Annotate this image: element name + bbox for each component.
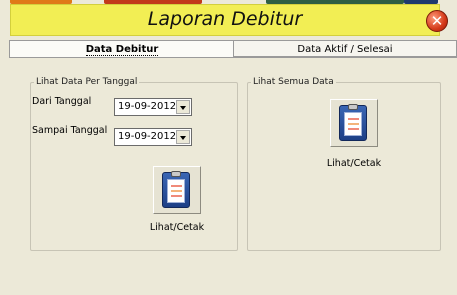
to-date-label: Sampai Tanggal: [32, 125, 108, 136]
window-title: Laporan Debitur: [147, 8, 303, 30]
group-legend: Lihat Semua Data: [253, 77, 334, 87]
tab-label: Data Aktif / Selesai: [297, 44, 393, 55]
title-bar: Laporan Debitur: [10, 4, 440, 36]
clipboard-icon: [162, 171, 190, 208]
chevron-down-icon[interactable]: [176, 130, 190, 144]
close-button[interactable]: ✕: [426, 10, 448, 32]
print-by-date-label: Lihat/Cetak: [149, 222, 205, 233]
to-date-select[interactable]: 19-09-2012: [114, 128, 192, 146]
from-date-select[interactable]: 19-09-2012: [114, 98, 192, 116]
from-date-label: Dari Tanggal: [32, 96, 92, 107]
group-legend: Lihat Data Per Tanggal: [36, 77, 138, 87]
clipboard-icon: [339, 104, 367, 141]
tab-label: Data Debitur: [85, 44, 159, 56]
from-date-value: 19-09-2012: [118, 101, 177, 112]
tab-panel: Lihat Data Per Tanggal Dari Tanggal 19-0…: [9, 57, 457, 288]
print-by-date-button[interactable]: [153, 166, 201, 214]
print-all-label: Lihat/Cetak: [326, 158, 382, 169]
tab-bar: Data Debitur Data Aktif / Selesai: [9, 40, 457, 59]
tab-data-aktif-selesai[interactable]: Data Aktif / Selesai: [233, 40, 457, 57]
close-icon: ✕: [430, 12, 444, 30]
chevron-down-icon[interactable]: [176, 100, 190, 114]
print-all-button[interactable]: [330, 99, 378, 147]
to-date-value: 19-09-2012: [118, 131, 177, 142]
